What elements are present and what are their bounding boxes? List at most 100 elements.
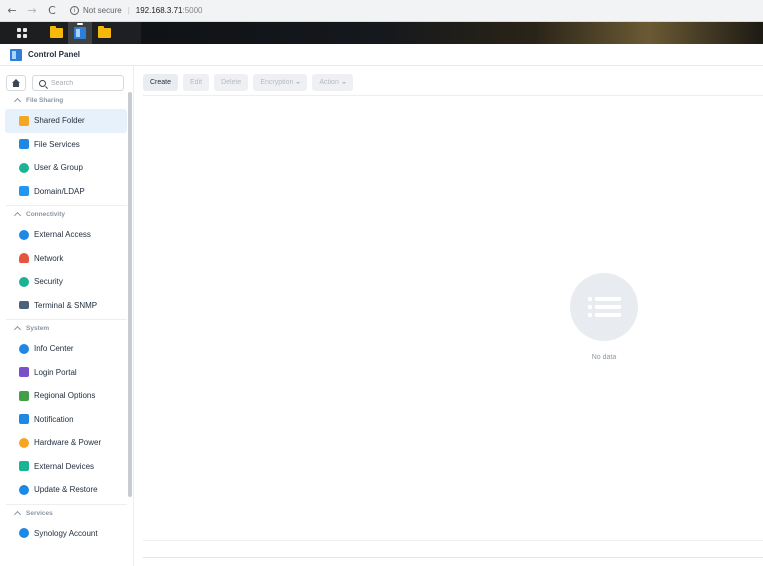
external-access-icon <box>18 229 29 240</box>
sidebar-top <box>0 66 133 92</box>
sidebar-item-terminal-snmp[interactable]: Terminal & SNMP <box>5 294 127 318</box>
search-icon <box>39 79 46 87</box>
sidebar-scrollbar[interactable] <box>128 92 132 497</box>
sidebar-item-security[interactable]: Security <box>5 270 127 294</box>
sidebar-item-external-access[interactable]: External Access <box>5 223 127 247</box>
sidebar-item-label: Network <box>34 253 64 263</box>
taskbar-control-panel[interactable] <box>68 22 92 44</box>
security-label: Not secure <box>83 6 122 15</box>
taskbar-apps <box>0 22 141 44</box>
home-button[interactable] <box>6 75 26 91</box>
search-field[interactable] <box>32 75 124 91</box>
chevron-down-icon <box>296 81 301 84</box>
domain-ldap-icon <box>18 186 29 197</box>
chevron-up-icon <box>13 97 22 106</box>
sidebar-item-label: Domain/LDAP <box>34 186 85 196</box>
footer-bar <box>143 557 763 558</box>
update-restore-icon <box>18 484 29 495</box>
address-separator: | <box>127 6 130 15</box>
action-dropdown[interactable]: Action <box>312 74 353 91</box>
sidebar-item-label: Notification <box>34 414 74 424</box>
synology-account-icon <box>18 528 29 539</box>
section-connectivity[interactable]: Connectivity <box>0 206 133 223</box>
section-services[interactable]: Services <box>0 505 133 522</box>
sidebar-item-update-restore[interactable]: Update & Restore <box>5 478 127 502</box>
empty-state-text: No data <box>591 354 617 361</box>
sidebar-item-synology-account[interactable]: Synology Account <box>5 522 127 546</box>
back-icon[interactable]: ← <box>6 4 18 17</box>
chevron-down-icon <box>341 81 346 84</box>
sidebar-item-label: External Devices <box>34 461 95 471</box>
sidebar-item-info-center[interactable]: Info Center <box>5 337 127 361</box>
sidebar-item-label: External Access <box>34 230 91 240</box>
network-icon <box>18 253 29 264</box>
sidebar-item-label: Terminal & SNMP <box>34 300 98 310</box>
folder-icon <box>49 26 63 38</box>
sidebar-item-file-services[interactable]: File Services <box>5 133 127 157</box>
login-portal-icon <box>18 367 29 378</box>
encryption-dropdown[interactable]: Encryption <box>253 74 308 91</box>
empty-list-icon <box>570 273 638 341</box>
address-port: :5000 <box>182 6 203 15</box>
sidebar-item-label: Regional Options <box>34 391 96 401</box>
sidebar-item-network[interactable]: Network <box>5 247 127 271</box>
action-label: Action <box>319 79 339 86</box>
main-menu-icon <box>17 28 27 38</box>
section-title: System <box>26 325 50 332</box>
sidebar-item-label: Security <box>34 277 63 287</box>
terminal-icon <box>18 300 29 311</box>
sidebar-item-user-group[interactable]: User & Group <box>5 156 127 180</box>
create-button[interactable]: Create <box>143 74 179 91</box>
forward-icon[interactable]: → <box>26 4 38 17</box>
sidebar: File Sharing Shared Folder File Services… <box>0 66 134 566</box>
info-icon[interactable]: i <box>70 6 79 15</box>
main-toolbar: Create Edit Delete Encryption Action <box>143 74 353 91</box>
sidebar-item-notification[interactable]: Notification <box>5 408 127 432</box>
section-title: Connectivity <box>26 211 66 218</box>
sidebar-item-external-devices[interactable]: External Devices <box>5 455 127 479</box>
file-services-icon <box>18 139 29 150</box>
sidebar-item-domain-ldap[interactable]: Domain/LDAP <box>5 180 127 204</box>
delete-button[interactable]: Delete <box>214 74 249 91</box>
window-title: Control Panel <box>28 50 81 59</box>
info-center-icon <box>18 343 29 354</box>
section-system[interactable]: System <box>0 320 133 337</box>
sidebar-item-login-portal[interactable]: Login Portal <box>5 361 127 385</box>
section-file-sharing[interactable]: File Sharing <box>0 92 133 109</box>
folder-icon <box>97 26 111 38</box>
browser-toolbar: ← → C i Not secure | 192.168.3.71:5000 <box>0 0 763 22</box>
security-icon <box>18 276 29 287</box>
chevron-up-icon <box>13 211 22 220</box>
footer-divider <box>143 540 763 541</box>
main-menu-button[interactable] <box>0 22 44 44</box>
user-group-icon <box>18 162 29 173</box>
chevron-up-icon <box>13 325 22 334</box>
external-devices-icon <box>18 461 29 472</box>
section-title: Services <box>26 509 53 517</box>
taskbar-file-station[interactable] <box>44 22 68 44</box>
notification-icon <box>18 414 29 425</box>
regional-options-icon <box>18 390 29 401</box>
chevron-up-icon <box>13 510 22 518</box>
address-bar[interactable]: i Not secure | 192.168.3.71:5000 <box>70 3 203 19</box>
control-panel-icon <box>74 27 86 39</box>
sidebar-item-label: Shared Folder <box>34 116 85 126</box>
section-title: File Sharing <box>26 97 64 104</box>
encryption-label: Encryption <box>260 79 294 86</box>
toolbar-divider <box>143 95 763 96</box>
home-icon <box>12 79 20 87</box>
shared-folder-icon <box>18 115 29 126</box>
sidebar-item-shared-folder[interactable]: Shared Folder <box>5 109 127 133</box>
sidebar-item-regional-options[interactable]: Regional Options <box>5 384 127 408</box>
dsm-taskbar <box>0 22 763 44</box>
address-host: 192.168.3.71 <box>135 6 183 15</box>
hardware-power-icon <box>18 437 29 448</box>
sidebar-item-hardware-power[interactable]: Hardware & Power <box>5 431 127 455</box>
window-header: Control Panel <box>0 44 763 66</box>
reload-icon[interactable]: C <box>46 4 58 17</box>
taskbar-file-station-2[interactable] <box>92 22 116 44</box>
sidebar-item-label: Synology Account <box>34 528 98 538</box>
search-input[interactable] <box>51 79 121 87</box>
sidebar-item-label: Info Center <box>34 344 74 354</box>
edit-button[interactable]: Edit <box>183 74 210 91</box>
